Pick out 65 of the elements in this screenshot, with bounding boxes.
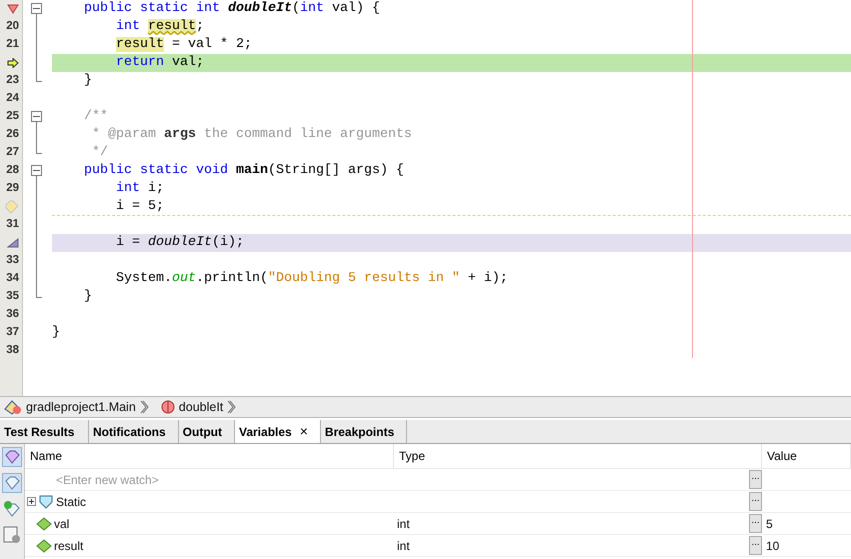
variable-icon	[36, 538, 52, 552]
code-line: }	[52, 325, 60, 340]
line-number: 21	[6, 37, 19, 52]
line-number: 31	[6, 217, 19, 232]
code-line: i = 5;	[114, 199, 164, 214]
line-number: 26	[6, 127, 19, 142]
chevron-icon	[227, 400, 236, 414]
line-number: 24	[6, 91, 19, 106]
line-number: 20	[6, 19, 19, 34]
gem-icon[interactable]	[2, 473, 22, 493]
code-line: public static int doubleIt(int val) {	[82, 1, 380, 16]
code-line: int i;	[114, 181, 164, 196]
line-number: 33	[6, 253, 19, 268]
code-line: /**	[82, 109, 108, 124]
variable-icon	[36, 516, 52, 530]
line-number: 28	[6, 163, 19, 178]
line-number: 38	[6, 343, 19, 358]
line-number: 35	[6, 289, 19, 304]
close-icon[interactable]: ×	[300, 421, 308, 442]
column-header[interactable]: Value	[762, 444, 851, 468]
line-number: 23	[6, 73, 19, 88]
variable-type: int	[396, 516, 410, 532]
code-line: System.out.println("Doubling 5 results in " + i);	[114, 271, 508, 286]
column-header[interactable]: Name	[25, 444, 394, 468]
panel-tab[interactable]: Variables ×	[235, 420, 321, 443]
line-number: 25	[6, 109, 19, 124]
code-line: return val;	[114, 55, 204, 70]
add-gem-icon[interactable]	[2, 499, 22, 519]
fold-toggle[interactable]	[31, 3, 42, 14]
line-number: 36	[6, 307, 19, 322]
code-line: result = val * 2;	[115, 37, 252, 52]
shield-icon	[38, 494, 54, 510]
settings-icon[interactable]	[2, 525, 22, 545]
code-line: }	[82, 289, 92, 304]
variable-type: int	[396, 538, 410, 554]
gem-icon[interactable]	[2, 447, 22, 467]
code-line: int result;	[114, 19, 204, 34]
line-number: 27	[6, 145, 19, 160]
group-name: Static	[56, 494, 86, 510]
column-header[interactable]: Type	[394, 444, 762, 468]
breadcrumb-item[interactable]: gradleproject1.Main	[26, 398, 136, 416]
code-line: * @param args the command line arguments	[90, 127, 412, 142]
variable-value: 10	[766, 538, 780, 554]
chevron-icon	[140, 400, 149, 414]
variable-name: result	[54, 538, 84, 554]
fold-toggle[interactable]	[31, 111, 42, 122]
variable-name: val	[54, 516, 70, 532]
fold-toggle[interactable]	[31, 165, 42, 176]
more-button[interactable]: ...	[749, 514, 762, 533]
code-line: */	[90, 145, 108, 160]
line-number: 37	[6, 325, 19, 340]
more-button[interactable]: ...	[749, 492, 762, 511]
code-line: }	[82, 73, 92, 88]
line-number: 34	[6, 271, 19, 286]
expand-toggle[interactable]	[27, 497, 36, 506]
variable-value: 5	[766, 516, 773, 532]
more-button[interactable]: ...	[749, 470, 762, 489]
more-button[interactable]: ...	[749, 536, 762, 555]
breakpoint-icon[interactable]	[7, 4, 19, 14]
breadcrumb-item[interactable]: doubleIt	[178, 398, 224, 416]
code-line: public static void main(String[] args) {	[82, 163, 404, 178]
code-line: i = doubleIt(i);	[114, 235, 244, 250]
line-number: 29	[6, 181, 19, 196]
class-icon	[4, 399, 22, 415]
method-icon	[160, 400, 175, 414]
